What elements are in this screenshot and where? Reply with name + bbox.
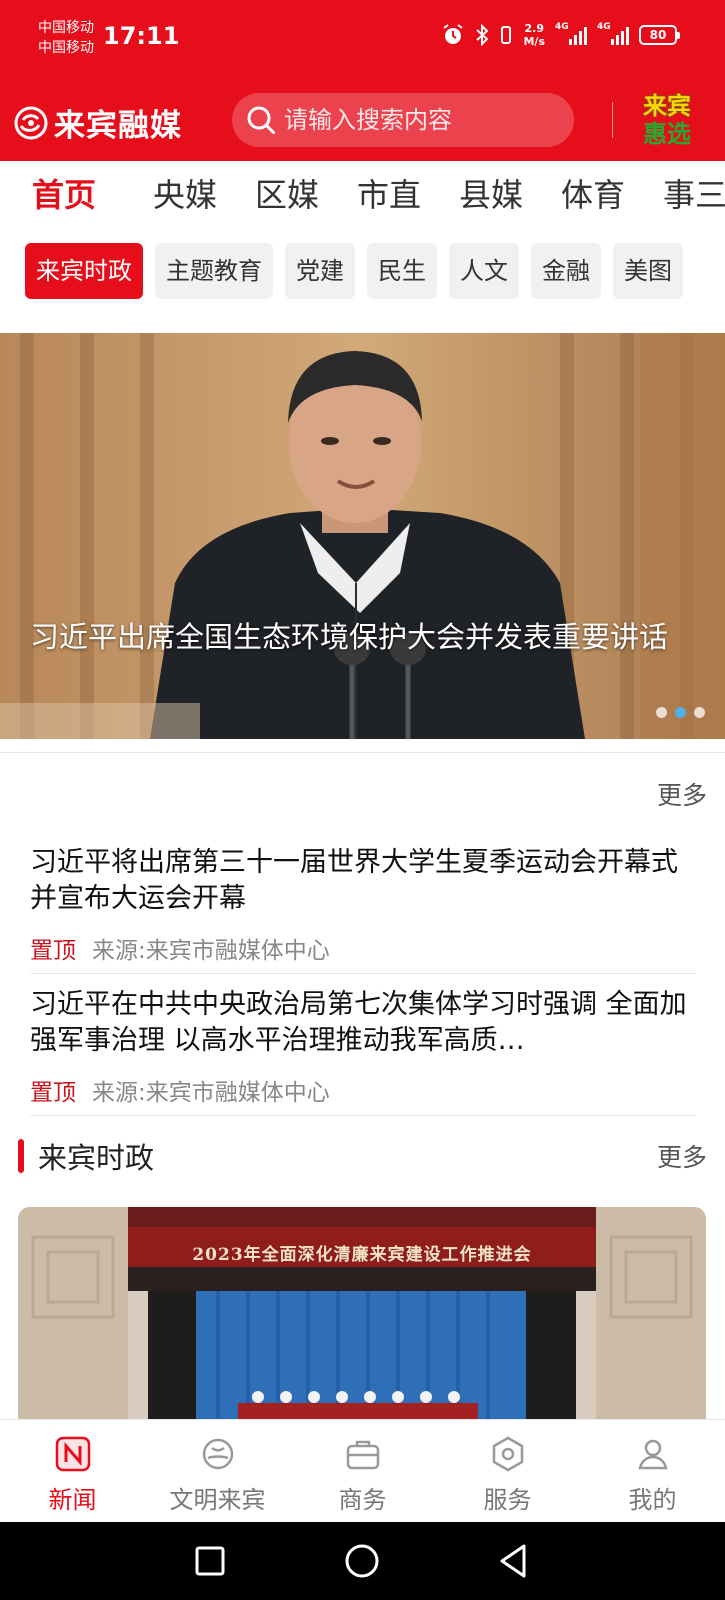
news-item[interactable]: 习近平在中共中央政治局第七次集体学习时强调 全面加强军事治理 以高水平治理推动我… [30,987,698,1107]
subtab-gallery[interactable]: 美图 [613,243,683,299]
more-link-top[interactable]: 更多 [657,776,707,812]
carousel-dot[interactable] [656,707,667,718]
promo-line-2: 惠选 [643,119,691,148]
nav-label: 文明来宾 [169,1486,266,1514]
recent-apps-icon[interactable] [195,1546,225,1576]
service-icon [492,1436,523,1472]
nav-label: 服务 [483,1486,532,1514]
pinned-badge: 置顶 [30,1080,76,1106]
subtab-finance[interactable]: 金融 [531,243,601,299]
divider [0,752,725,753]
system-navigation-bar [0,1522,725,1600]
back-icon[interactable] [500,1544,526,1578]
civility-icon [202,1438,233,1470]
promo-button[interactable]: 来宾 惠选 [636,92,698,148]
signal-icon: 4G [555,22,587,45]
header-divider [612,102,613,138]
section-header: 来宾时政 [18,1135,154,1177]
news-title: 习近平将出席第三十一届世界大学生夏季运动会开幕式并宣布大运会开幕 [30,847,678,914]
profile-icon [637,1439,668,1470]
search-input[interactable] [284,106,554,134]
section-title: 来宾时政 [38,1141,155,1175]
channel-tabs: 首页 央媒 区媒 市直 县媒 体育 事三 [0,167,725,225]
news-title: 习近平在中共中央政治局第七次集体学习时强调 全面加强军事治理 以高水平治理推动我… [30,989,687,1056]
status-time: 17:11 [103,22,180,50]
nav-item-business[interactable]: 商务 [290,1420,435,1522]
search-icon [247,106,275,134]
carousel-dot[interactable] [694,707,705,718]
news-meta: 置顶 来源:来宾市融媒体中心 [30,1073,698,1107]
subtab-livelihood[interactable]: 民生 [367,243,437,299]
nav-item-service[interactable]: 服务 [435,1420,580,1522]
subcategory-tabs: 来宾时政 主题教育 党建 民生 人文 金融 美图 [25,243,683,299]
more-link-section[interactable]: 更多 [657,1138,707,1174]
subtab-party-building[interactable]: 党建 [285,243,355,299]
net-speed-unit: M/s [523,35,545,48]
carrier-info: 中国移动 中国移动 [38,18,94,58]
meeting-photo [18,1207,706,1419]
nav-item-profile[interactable]: 我的 [580,1420,725,1522]
signal-1-type: 4G [555,22,569,32]
status-bar: 中国移动 中国移动 17:11 2.9 M/s 4G 4G 80 [0,0,725,80]
channel-tab-county-media[interactable]: 县媒 [440,167,542,225]
alarm-icon [441,23,465,47]
bluetooth-icon [475,24,489,46]
banner-title: 习近平出席全国生态环境保护大会并发表重要讲话 [30,620,669,654]
channel-tab-home[interactable]: 首页 [0,167,134,225]
net-speed-value: 2.9 [524,22,544,35]
battery-level: 80 [649,28,667,42]
carousel-dot-active[interactable] [675,707,686,718]
channel-tab-more[interactable]: 事三 [644,167,725,225]
news-item[interactable]: 习近平将出席第三十一届世界大学生夏季运动会开幕式并宣布大运会开幕 置顶 来源:来… [30,845,698,965]
app-logo[interactable]: 来宾融媒 [14,100,182,145]
news-source: 来源:来宾市融媒体中心 [92,1080,330,1106]
channel-tab-sports[interactable]: 体育 [542,167,644,225]
news-icon [55,1436,90,1472]
signal-2-type: 4G [597,22,611,32]
top-bar: 来宾融媒 来宾 惠选 [0,88,725,152]
nav-label: 商务 [338,1486,387,1514]
signal-icon-2: 4G [597,22,629,45]
subtab-humanities[interactable]: 人文 [449,243,519,299]
briefcase-icon [346,1440,379,1470]
bottom-navigation: 新闻 文明来宾 商务 服务 我的 [0,1419,725,1522]
app-header: 中国移动 中国移动 17:11 2.9 M/s 4G 4G 80 来宾融媒 请输… [0,0,725,161]
vibrate-icon [499,24,513,46]
section-accent-bar [18,1139,24,1173]
app-name: 来宾融媒 [54,108,182,144]
carousel-dots [656,707,705,718]
channel-tab-central-media[interactable]: 央媒 [134,167,236,225]
news-source: 来源:来宾市融媒体中心 [92,938,330,964]
subtab-laibin-politics[interactable]: 来宾时政 [25,243,143,299]
section-photo[interactable]: 2023年全面深化清廉来宾建设工作推进会 [18,1207,706,1419]
carrier-2: 中国移动 [38,40,94,56]
search-bar[interactable] [232,93,574,147]
channel-tab-regional-media[interactable]: 区媒 [236,167,338,225]
status-icons: 2.9 M/s 4G 4G 80 [441,22,680,48]
promo-line-1: 来宾 [643,91,691,120]
logo-swirl-icon [14,106,48,139]
banner-image [0,333,725,739]
home-icon[interactable] [345,1544,379,1578]
photo-caption: 2023年全面深化清廉来宾建设工作推进会 [192,1245,532,1265]
pinned-badge: 置顶 [30,938,76,964]
nav-item-news[interactable]: 新闻 [0,1420,145,1522]
nav-label: 我的 [628,1486,677,1514]
row-divider [30,973,696,974]
nav-item-civility[interactable]: 文明来宾 [145,1420,290,1522]
row-divider [30,1115,696,1116]
nav-label: 新闻 [48,1486,97,1514]
news-meta: 置顶 来源:来宾市融媒体中心 [30,931,698,965]
channel-tab-city[interactable]: 市直 [338,167,440,225]
battery-icon: 80 [639,25,680,45]
headline-banner[interactable]: 习近平出席全国生态环境保护大会并发表重要讲话 [0,333,725,739]
carrier-1: 中国移动 [38,20,94,36]
subtab-theme-education[interactable]: 主题教育 [155,243,273,299]
network-speed: 2.9 M/s [523,22,545,48]
